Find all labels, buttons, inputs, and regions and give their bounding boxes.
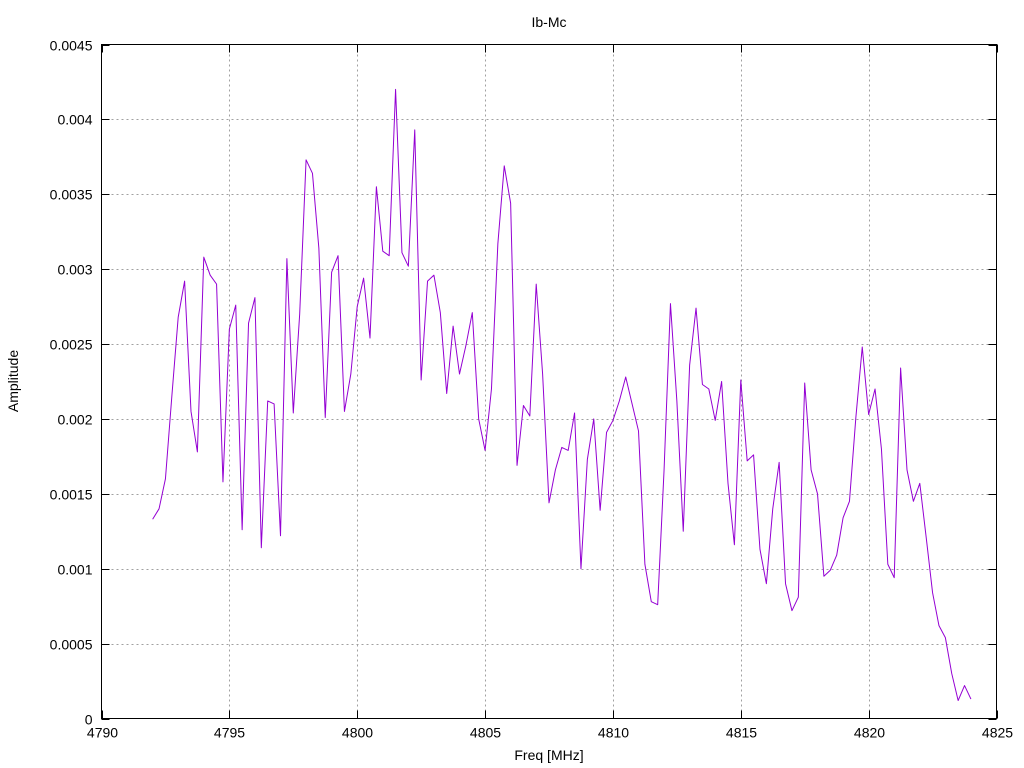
chart-title: Ib-Mc [532, 14, 567, 30]
x-tick-label: 4800 [342, 725, 373, 741]
x-tick-label: 4825 [982, 725, 1013, 741]
y-tick-label: 0.0035 [50, 187, 93, 203]
y-tick-label: 0.0005 [50, 637, 93, 653]
y-tick-label: 0.0045 [50, 38, 93, 54]
y-tick-label: 0 [85, 712, 93, 728]
x-tick-label: 4795 [214, 725, 245, 741]
y-axis-label: Amplitude [5, 350, 21, 412]
x-tick-label: 4805 [470, 725, 501, 741]
chart: 4790 4795 4800 4805 4810 4815 4820 4825 00.0005… [0, 0, 1024, 768]
y-tick-label: 0.001 [57, 562, 92, 578]
x-tick-label: 4810 [598, 725, 629, 741]
x-tick-label: 4820 [854, 725, 885, 741]
chart-background [0, 0, 1024, 768]
y-tick-label: 0.0015 [50, 487, 93, 503]
x-axis-label: Freq [MHz] [514, 747, 583, 763]
x-tick-label: 4815 [726, 725, 757, 741]
y-tick-label: 0.004 [57, 112, 92, 128]
y-tick-label: 0.002 [57, 412, 92, 428]
y-tick-label: 0.0025 [50, 337, 93, 353]
y-tick-label: 0.003 [57, 262, 92, 278]
